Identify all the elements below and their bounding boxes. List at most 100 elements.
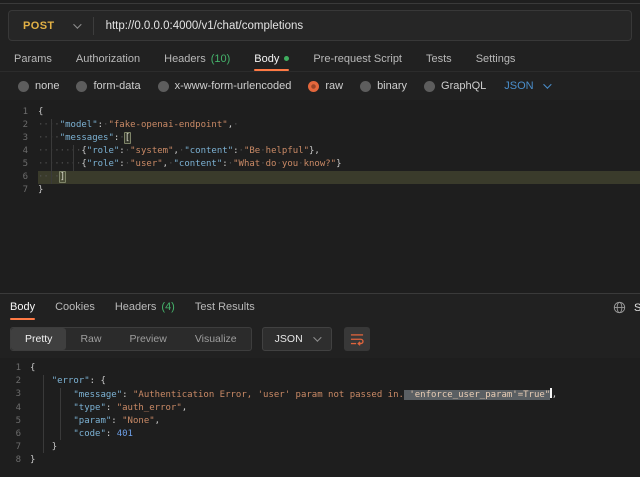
- tab-cookies[interactable]: Cookies: [55, 294, 95, 320]
- code-token: }: [30, 455, 35, 465]
- code-content: }: [30, 454, 640, 467]
- body-type-x-www-form-urlencoded[interactable]: x-www-form-urlencoded: [158, 80, 292, 92]
- line-number: 2: [0, 375, 30, 388]
- chevron-down-icon: [73, 20, 81, 28]
- code-line[interactable]: 5 "param": "None",: [0, 415, 640, 428]
- tab-label: Params: [14, 53, 52, 65]
- code-token: "Authentication Error, 'user' param not …: [133, 390, 404, 400]
- view-mode-visualize[interactable]: Visualize: [181, 328, 251, 350]
- code-token: [30, 376, 52, 386]
- code-token: ]: [59, 171, 66, 183]
- code-token: "code": [73, 429, 106, 439]
- code-content: "type": "auth_error",: [30, 402, 640, 415]
- tab-test-results[interactable]: Test Results: [195, 294, 255, 320]
- code-line[interactable]: 6 "code": 401: [0, 428, 640, 441]
- code-token: }: [38, 185, 43, 195]
- code-line[interactable]: 8}: [0, 454, 640, 467]
- tab-count: (4): [161, 301, 174, 313]
- body-type-raw[interactable]: raw: [308, 80, 343, 92]
- code-line[interactable]: 2····"model":·"fake-openai-endpoint",·: [0, 119, 640, 132]
- tab-label: Authorization: [76, 53, 140, 65]
- wrap-text-button[interactable]: [344, 327, 370, 351]
- divider: [93, 17, 94, 35]
- code-token: "type": [73, 403, 106, 413]
- code-line[interactable]: 3 "message": "Authentication Error, 'use…: [0, 388, 640, 402]
- view-mode-raw[interactable]: Raw: [66, 328, 115, 350]
- tab-headers[interactable]: Headers(10): [164, 46, 230, 71]
- code-token: ····: [38, 133, 60, 143]
- line-number: 5: [0, 158, 38, 171]
- tab-label: Headers: [115, 301, 157, 313]
- code-line[interactable]: 3····"messages":·[: [0, 132, 640, 145]
- code-content: "code": 401: [30, 428, 640, 441]
- code-content: ····"model":·"fake-openai-endpoint",·: [38, 119, 640, 132]
- tab-pre-request-script[interactable]: Pre-request Script: [313, 46, 402, 71]
- body-type-binary[interactable]: binary: [360, 80, 407, 92]
- code-token: {: [30, 363, 35, 373]
- line-number: 8: [0, 454, 30, 467]
- tab-body[interactable]: Body: [254, 46, 289, 71]
- modified-dot-icon: [284, 56, 289, 61]
- view-mode-pretty[interactable]: Pretty: [11, 328, 66, 350]
- body-type-graphql[interactable]: GraphQL: [424, 80, 486, 92]
- code-content: ····]: [38, 171, 640, 184]
- code-content: "error": {: [30, 375, 640, 388]
- response-tabs-row: BodyCookiesHeaders(4)Test Results S: [0, 294, 640, 321]
- response-language-label: JSON: [275, 333, 303, 345]
- code-token: do: [266, 159, 277, 169]
- radio-icon: [158, 81, 169, 92]
- method-label: POST: [23, 20, 55, 32]
- code-line[interactable]: 4········{"role":·"system",·"content":·"…: [0, 145, 640, 158]
- request-editor[interactable]: 1{2····"model":·"fake-openai-endpoint",·…: [0, 100, 640, 293]
- code-token: :: [122, 390, 133, 400]
- code-token: [30, 416, 73, 426]
- code-line[interactable]: 1{: [0, 106, 640, 119]
- code-line[interactable]: 1{: [0, 362, 640, 375]
- code-token: [30, 429, 73, 439]
- tab-headers[interactable]: Headers (4): [115, 294, 175, 320]
- line-number: 4: [0, 145, 38, 158]
- code-token: "error": [52, 376, 90, 386]
- code-line[interactable]: 5········{"role":·"user",·"content":·"Wh…: [0, 158, 640, 171]
- body-type-label: GraphQL: [441, 80, 486, 92]
- request-tabs: Params Authorization Headers(10) Body Pre-re…: [0, 46, 640, 72]
- body-type-none[interactable]: none: [18, 80, 59, 92]
- code-content: ····"messages":·[: [38, 132, 640, 145]
- response-language-select[interactable]: JSON: [262, 327, 332, 351]
- tab-body[interactable]: Body: [10, 294, 35, 320]
- url-input[interactable]: http://0.0.0.0:4000/v1/chat/completions: [106, 20, 631, 32]
- code-content: {: [30, 362, 640, 375]
- code-line[interactable]: 7 }: [0, 441, 640, 454]
- response-tabs: Body Cookies Headers (4) Test Results: [0, 294, 613, 320]
- method-selector[interactable]: POST: [9, 20, 93, 32]
- code-token: ········: [38, 146, 81, 156]
- raw-language-select[interactable]: JSON: [504, 80, 548, 92]
- tab-label: Body: [10, 301, 35, 313]
- code-line[interactable]: 4 "type": "auth_error",: [0, 402, 640, 415]
- tab-authorization[interactable]: Authorization: [76, 46, 140, 71]
- indent-guide: [43, 375, 44, 453]
- response-editor[interactable]: 1{2 "error": {3 "message": "Authenticati…: [0, 358, 640, 477]
- globe-icon[interactable]: [613, 301, 626, 314]
- code-token: "fake-openai-endpoint": [108, 120, 227, 130]
- code-token: [: [124, 132, 131, 144]
- tab-settings[interactable]: Settings: [476, 46, 516, 71]
- code-line[interactable]: 2 "error": {: [0, 375, 640, 388]
- line-number: 5: [0, 415, 30, 428]
- postman-app: POST http://0.0.0.0:4000/v1/chat/complet…: [0, 0, 640, 477]
- code-token: "None": [122, 416, 155, 426]
- line-number: 6: [0, 428, 30, 441]
- code-token: ,: [155, 416, 160, 426]
- request-editor-lines: 1{2····"model":·"fake-openai-endpoint",·…: [0, 106, 640, 197]
- view-mode-preview[interactable]: Preview: [115, 328, 180, 350]
- chevron-down-icon: [543, 80, 551, 88]
- code-token: "user": [130, 159, 163, 169]
- code-line[interactable]: 6····]: [0, 171, 640, 184]
- code-line[interactable]: 7}: [0, 184, 640, 197]
- body-type-form-data[interactable]: form-data: [76, 80, 140, 92]
- tab-tests[interactable]: Tests: [426, 46, 452, 71]
- code-token: [30, 390, 73, 400]
- radio-icon: [76, 81, 87, 92]
- tab-params[interactable]: Params: [14, 46, 52, 71]
- code-token: [30, 403, 73, 413]
